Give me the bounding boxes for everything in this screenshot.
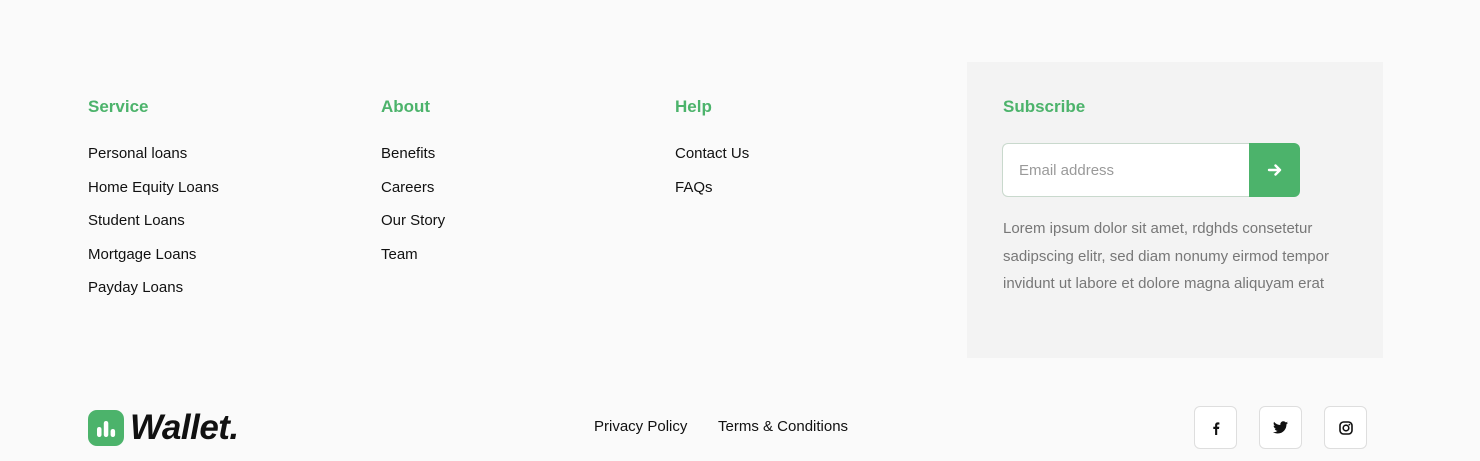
- subscribe-panel: Subscribe Lorem ipsum dolor sit amet, rd…: [967, 62, 1383, 358]
- list-item: Payday Loans: [88, 278, 219, 312]
- list-item: Student Loans: [88, 211, 219, 245]
- list-item: Contact Us: [675, 144, 749, 178]
- link-list: Personal loans Home Equity Loans Student…: [88, 144, 219, 312]
- link-list: Contact Us FAQs: [675, 144, 749, 211]
- arrow-right-icon: [1267, 164, 1281, 176]
- footer-link-our-story[interactable]: Our Story: [381, 212, 445, 229]
- footer-link-contact-us[interactable]: Contact Us: [675, 145, 749, 162]
- list-item: Team: [381, 245, 445, 279]
- footer-link-careers[interactable]: Careers: [381, 179, 434, 196]
- footer-link-team[interactable]: Team: [381, 246, 418, 263]
- footer-link-payday-loans[interactable]: Payday Loans: [88, 279, 183, 296]
- list-item: Home Equity Loans: [88, 178, 219, 212]
- footer-link-personal-loans[interactable]: Personal loans: [88, 145, 187, 162]
- link-list: Benefits Careers Our Story Team: [381, 144, 445, 278]
- instagram-button[interactable]: [1324, 406, 1367, 449]
- column-title: Help: [675, 97, 712, 116]
- list-item: Benefits: [381, 144, 445, 178]
- footer-link-benefits[interactable]: Benefits: [381, 145, 435, 162]
- list-item: Personal loans: [88, 144, 219, 178]
- privacy-policy-link[interactable]: Privacy Policy: [594, 417, 687, 437]
- footer-link-mortgage-loans[interactable]: Mortgage Loans: [88, 246, 196, 263]
- column-title: About: [381, 97, 431, 116]
- footer-link-student-loans[interactable]: Student Loans: [88, 212, 185, 229]
- twitter-icon: [1273, 421, 1288, 434]
- subscribe-button[interactable]: [1249, 143, 1300, 197]
- list-item: Careers: [381, 178, 445, 212]
- column-title: Service: [88, 97, 149, 116]
- terms-conditions-link[interactable]: Terms & Conditions: [718, 417, 848, 437]
- footer-column-help: Help Contact Us FAQs: [675, 96, 749, 211]
- brand-logo[interactable]: Wallet.: [88, 408, 239, 448]
- list-item: FAQs: [675, 178, 749, 212]
- brand-name: Wallet.: [130, 408, 239, 447]
- subscribe-description: Lorem ipsum dolor sit amet, rdghds conse…: [1003, 220, 1329, 292]
- footer-link-faqs[interactable]: FAQs: [675, 179, 713, 196]
- footer-column-about: About Benefits Careers Our Story Team: [381, 96, 445, 278]
- subscribe-form: [1002, 143, 1300, 197]
- subscribe-title: Subscribe: [1003, 97, 1086, 116]
- instagram-icon: [1338, 420, 1353, 435]
- email-input[interactable]: [1002, 143, 1249, 197]
- facebook-icon: [1212, 421, 1219, 435]
- list-item: Mortgage Loans: [88, 245, 219, 279]
- list-item: Our Story: [381, 211, 445, 245]
- facebook-button[interactable]: [1194, 406, 1237, 449]
- footer-link-home-equity-loans[interactable]: Home Equity Loans: [88, 179, 219, 196]
- twitter-button[interactable]: [1259, 406, 1302, 449]
- footer-column-service: Service Personal loans Home Equity Loans…: [88, 96, 219, 312]
- bar-chart-icon: [88, 410, 124, 446]
